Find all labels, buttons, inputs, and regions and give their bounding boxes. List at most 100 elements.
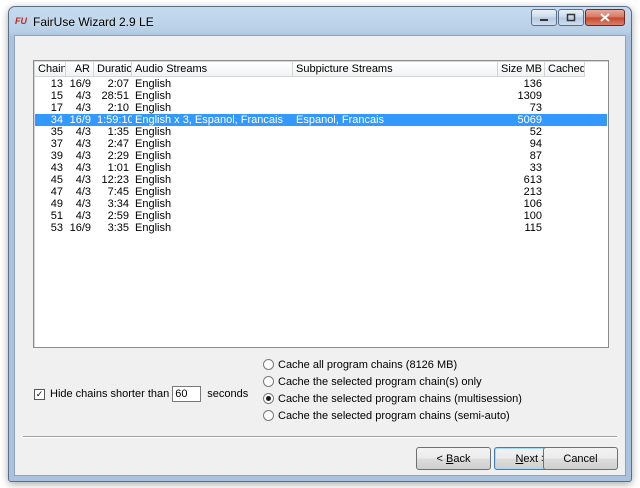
cell-duration: 1:35 <box>107 126 129 138</box>
column-header-size-mb[interactable]: Size MB <box>498 62 545 77</box>
cell-cached <box>545 114 585 126</box>
table-row[interactable]: 39 4/3 2:29 English 87 <box>35 150 607 162</box>
column-header-audio-streams[interactable]: Audio Streams <box>132 62 293 77</box>
cache-mode-radio[interactable] <box>263 359 274 370</box>
cell-duration: 28:51 <box>101 90 129 102</box>
cell-audio-streams: English <box>135 78 172 90</box>
cache-mode-option[interactable]: Cache the selected program chain(s) only <box>263 373 522 390</box>
cell-size-mb: 5069 <box>517 114 542 126</box>
cell-audio-streams: English <box>135 162 172 174</box>
next-button-label: ext <box>523 452 539 465</box>
cell-ar: 4/3 <box>75 210 91 222</box>
cache-mode-option[interactable]: Cache the selected program chains (multi… <box>263 390 522 407</box>
cell-chain: 17 <box>50 102 63 114</box>
cell-duration: 3:35 <box>107 222 129 234</box>
cell-ar: 4/3 <box>75 138 91 150</box>
table-row[interactable]: 15 4/3 28:51 English 1309 <box>35 90 607 102</box>
cell-duration: 1:01 <box>107 162 129 174</box>
cell-cached <box>545 78 585 90</box>
cell-subpicture-streams <box>293 138 498 150</box>
checkmark-icon: ✓ <box>35 388 44 399</box>
cell-size-mb: 613 <box>523 174 542 186</box>
cell-cached <box>545 222 585 234</box>
cell-subpicture-streams <box>293 78 498 90</box>
cache-mode-label: Cache the selected program chain(s) only <box>278 375 482 388</box>
cell-subpicture-streams <box>293 210 498 222</box>
cell-duration: 1:59:10 <box>97 114 132 126</box>
column-header-subpicture-streams[interactable]: Subpicture Streams <box>293 62 498 77</box>
cell-ar: 4/3 <box>75 162 91 174</box>
cell-audio-streams: English <box>135 90 172 102</box>
caption-buttons <box>531 9 625 26</box>
cache-mode-radio[interactable] <box>263 376 274 387</box>
table-row[interactable]: 45 4/3 12:23 English 613 <box>35 174 607 186</box>
cancel-button[interactable]: Cancel <box>543 447 618 470</box>
cell-size-mb: 106 <box>523 198 542 210</box>
cache-mode-option[interactable]: Cache all program chains (8126 MB) <box>263 356 522 373</box>
hide-chains-checkbox[interactable]: ✓ <box>34 388 45 400</box>
fu-app-icon: FU <box>15 16 27 26</box>
cell-subpicture-streams <box>293 126 498 138</box>
cell-chain: 35 <box>50 126 63 138</box>
cell-size-mb: 33 <box>529 162 542 174</box>
cell-ar: 4/3 <box>75 126 91 138</box>
cell-subpicture-streams <box>293 102 498 114</box>
cell-size-mb: 213 <box>523 186 542 198</box>
cell-ar: 16/9 <box>69 78 91 90</box>
column-header-duration[interactable]: Duration <box>94 62 132 77</box>
program-chains-list[interactable]: Chain AR Duration Audio Streams Subpictu… <box>33 60 609 348</box>
table-row[interactable]: 53 16/9 3:35 English 115 <box>35 222 607 234</box>
cache-mode-label: Cache the selected program chains (semi-… <box>278 409 510 422</box>
cell-size-mb: 1309 <box>517 90 542 102</box>
table-row[interactable]: 37 4/3 2:47 English 94 <box>35 138 607 150</box>
table-row[interactable]: 17 4/3 2:10 English 73 <box>35 102 607 114</box>
cache-mode-option[interactable]: Cache the selected program chains (semi-… <box>263 407 522 424</box>
column-header-cached[interactable]: Cached <box>545 62 585 77</box>
table-row[interactable]: 43 4/3 1:01 English 33 <box>35 162 607 174</box>
cell-cached <box>545 138 585 150</box>
close-button[interactable] <box>585 9 625 26</box>
maximize-button[interactable] <box>558 9 584 26</box>
cell-ar: 4/3 <box>75 102 91 114</box>
next-button-mnemonic: N <box>515 452 524 465</box>
cell-audio-streams: English x 3, Espanol, Francais <box>135 114 283 126</box>
min-seconds-input[interactable] <box>172 386 202 402</box>
back-button-prefix: < <box>436 452 446 465</box>
cell-ar: 16/9 <box>69 222 91 234</box>
button-separator <box>23 436 617 438</box>
column-header-ar[interactable]: AR <box>66 62 94 77</box>
cell-audio-streams: English <box>135 174 172 186</box>
minimize-button[interactable] <box>531 9 557 26</box>
table-row[interactable]: 35 4/3 1:35 English 52 <box>35 126 607 138</box>
cell-cached <box>545 162 585 174</box>
table-row[interactable]: 34 16/9 1:59:10 English x 3, Espanol, Franc… <box>35 114 607 126</box>
cell-audio-streams: English <box>135 186 172 198</box>
back-button[interactable]: < Back <box>416 447 491 470</box>
maximize-icon <box>566 13 576 22</box>
table-row[interactable]: 49 4/3 3:34 English 106 <box>35 198 607 210</box>
table-row[interactable]: 47 4/3 7:45 English 213 <box>35 186 607 198</box>
cell-ar: 4/3 <box>75 186 91 198</box>
cell-cached <box>545 102 585 114</box>
list-header: Chain AR Duration Audio Streams Subpictu… <box>35 62 585 77</box>
cache-mode-label: Cache the selected program chains (multi… <box>278 392 522 405</box>
cell-audio-streams: English <box>135 126 172 138</box>
table-row[interactable]: 51 4/3 2:59 English 100 <box>35 210 607 222</box>
cache-mode-radio[interactable] <box>263 393 274 404</box>
cell-duration: 2:59 <box>107 210 129 222</box>
cell-cached <box>545 198 585 210</box>
column-header-chain[interactable]: Chain <box>35 62 66 77</box>
cell-audio-streams: English <box>135 102 172 114</box>
cache-mode-radio[interactable] <box>263 410 274 421</box>
cell-subpicture-streams <box>293 186 498 198</box>
cell-cached <box>545 126 585 138</box>
cell-duration: 2:07 <box>107 78 129 90</box>
cell-subpicture-streams <box>293 150 498 162</box>
minimize-icon <box>540 18 548 21</box>
table-row[interactable]: 13 16/9 2:07 English 136 <box>35 78 607 90</box>
cell-chain: 47 <box>50 186 63 198</box>
cell-cached <box>545 210 585 222</box>
title-bar[interactable]: FU FairUse Wizard 2.9 LE <box>9 7 631 35</box>
cell-audio-streams: English <box>135 150 172 162</box>
cell-duration: 12:23 <box>101 174 129 186</box>
